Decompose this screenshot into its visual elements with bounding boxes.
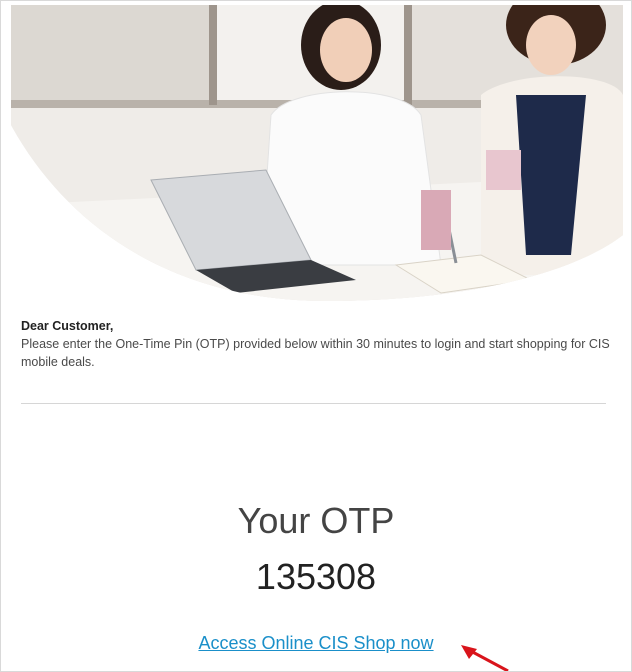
shop-link-container: Access Online CIS Shop now	[1, 631, 631, 655]
body-text: Please enter the One-Time Pin (OTP) prov…	[21, 337, 610, 369]
email-message: Dear Customer, Please enter the One-Time…	[21, 317, 611, 371]
access-shop-link[interactable]: Access Online CIS Shop now	[198, 633, 433, 653]
hero-photo	[11, 5, 623, 301]
greeting-text: Dear Customer,	[21, 319, 114, 333]
hero-image	[11, 5, 623, 301]
otp-title: Your OTP	[237, 500, 395, 541]
otp-code: 135308	[255, 556, 377, 597]
email-container: Dear Customer, Please enter the One-Time…	[0, 0, 632, 672]
divider	[21, 403, 606, 404]
red-arrow-icon	[461, 645, 509, 671]
